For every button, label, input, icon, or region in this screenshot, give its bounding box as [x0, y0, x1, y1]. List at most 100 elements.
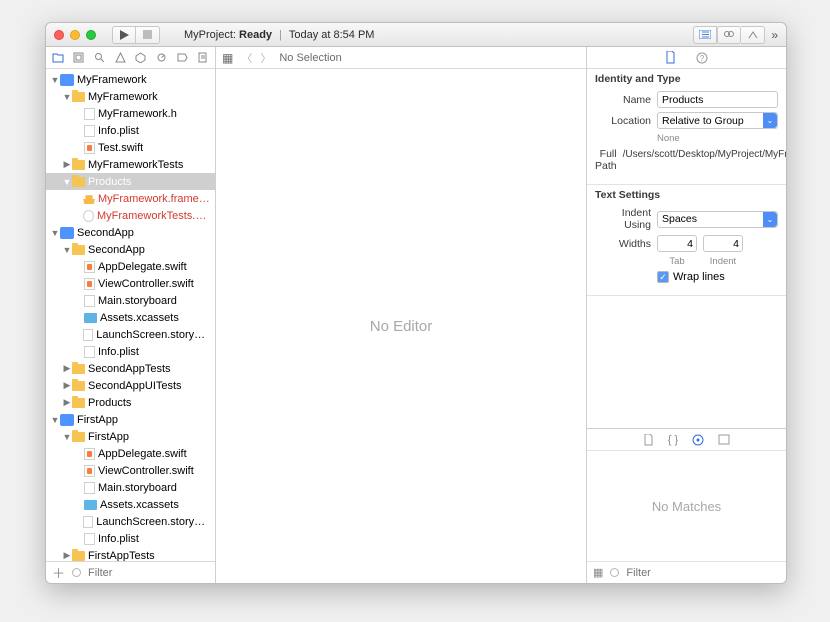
tree-row[interactable]: ▼MyFramework: [46, 88, 215, 105]
tree-row[interactable]: Main.storyboard: [46, 292, 215, 309]
tree-row[interactable]: ▼MyFramework: [46, 71, 215, 88]
tree-row[interactable]: AppDelegate.swift: [46, 445, 215, 462]
gfolder-icon: [72, 245, 85, 255]
tree-row[interactable]: Test.swift: [46, 139, 215, 156]
back-icon[interactable]: 〈: [241, 50, 252, 66]
disclosure-open-icon[interactable]: ▼: [62, 245, 72, 255]
close-icon[interactable]: [54, 30, 64, 40]
disclosure-open-icon[interactable]: ▼: [50, 228, 60, 238]
identity-section: Identity and Type Name Products Location…: [587, 69, 786, 185]
disclosure-open-icon[interactable]: ▼: [50, 415, 60, 425]
xctest-icon: [83, 210, 94, 222]
tree-row[interactable]: Assets.xcassets: [46, 496, 215, 513]
location-select[interactable]: Relative to Group ⌄: [657, 112, 778, 129]
location-label: Location: [595, 115, 651, 127]
tree-row[interactable]: ▼SecondApp: [46, 224, 215, 241]
indent-using-select[interactable]: Spaces ⌄: [657, 211, 778, 228]
library-filter-input[interactable]: [626, 567, 780, 579]
quick-help-tab-icon[interactable]: ?: [696, 52, 708, 64]
tree-row[interactable]: MyFramework.h: [46, 105, 215, 122]
breakpoint-navigator-tab-icon[interactable]: [174, 50, 190, 66]
tree-row[interactable]: MyFramework.framework: [46, 190, 215, 207]
indent-width-stepper[interactable]: 4: [703, 235, 743, 252]
swift-icon: [84, 448, 95, 460]
indent-sublabel: Indent: [703, 256, 743, 267]
tree-row-label: FirstAppTests: [88, 550, 155, 562]
project-tree[interactable]: ▼MyFramework▼MyFrameworkMyFramework.hInf…: [46, 69, 215, 561]
project-navigator-tab-icon[interactable]: [50, 50, 66, 66]
tree-row[interactable]: ▼FirstApp: [46, 428, 215, 445]
filter-icon[interactable]: [609, 567, 620, 578]
disclosure-closed-icon[interactable]: ▶: [62, 363, 72, 374]
tree-row[interactable]: ▶Products: [46, 394, 215, 411]
tree-row-label: Info.plist: [98, 125, 139, 137]
tree-row[interactable]: ▶MyFrameworkTests: [46, 156, 215, 173]
tree-row[interactable]: MyFrameworkTests.xctest: [46, 207, 215, 224]
tree-row[interactable]: ▶ SecondAppUITests: [46, 377, 215, 394]
standard-editor-button[interactable]: [693, 26, 717, 44]
tree-row-label: ViewController.swift: [98, 278, 194, 290]
add-icon[interactable]: ＋: [52, 563, 65, 582]
tree-row[interactable]: ▼Products: [46, 173, 215, 190]
disclosure-open-icon[interactable]: ▼: [62, 177, 72, 187]
filter-icon[interactable]: [71, 567, 82, 578]
run-button[interactable]: [112, 26, 136, 44]
navigator-filter-input[interactable]: [88, 567, 230, 579]
object-library-icon[interactable]: [692, 434, 704, 446]
tree-row[interactable]: ▼ SecondApp: [46, 241, 215, 258]
tree-row[interactable]: AppDelegate.swift: [46, 258, 215, 275]
tree-row[interactable]: ViewController.swift: [46, 275, 215, 292]
report-navigator-tab-icon[interactable]: [195, 50, 211, 66]
disclosure-open-icon[interactable]: ▼: [62, 92, 72, 102]
story-icon: [84, 482, 95, 494]
related-items-icon[interactable]: ▦: [222, 51, 233, 65]
tree-row[interactable]: Info.plist: [46, 343, 215, 360]
issue-navigator-tab-icon[interactable]: [112, 50, 128, 66]
tree-row[interactable]: Assets.xcassets: [46, 309, 215, 326]
test-navigator-tab-icon[interactable]: [133, 50, 149, 66]
zoom-icon[interactable]: [86, 30, 96, 40]
grid-view-icon[interactable]: ▦: [593, 566, 603, 579]
tree-row-label: Info.plist: [98, 346, 139, 358]
gfolder-icon: [72, 177, 85, 187]
tree-row[interactable]: LaunchScreen.storyboard: [46, 326, 215, 343]
tab-width-stepper[interactable]: 4: [657, 235, 697, 252]
tree-row[interactable]: Info.plist: [46, 122, 215, 139]
disclosure-open-icon[interactable]: ▼: [62, 432, 72, 442]
tree-row[interactable]: ViewController.swift: [46, 462, 215, 479]
jump-bar-path[interactable]: No Selection: [279, 52, 341, 64]
minimize-icon[interactable]: [70, 30, 80, 40]
file-template-library-icon[interactable]: [643, 434, 654, 446]
name-field[interactable]: Products: [657, 91, 778, 108]
media-library-icon[interactable]: [718, 434, 730, 445]
tree-row-label: Assets.xcassets: [100, 499, 179, 511]
traffic-lights: [54, 30, 96, 40]
tree-row-label: SecondApp: [88, 244, 145, 256]
assistant-editor-button[interactable]: [717, 26, 741, 44]
forward-icon[interactable]: 〉: [260, 50, 271, 66]
tree-row[interactable]: Main.storyboard: [46, 479, 215, 496]
disclosure-closed-icon[interactable]: ▶: [62, 159, 72, 170]
disclosure-closed-icon[interactable]: ▶: [62, 397, 72, 408]
tree-row[interactable]: ▼FirstApp: [46, 411, 215, 428]
find-navigator-tab-icon[interactable]: [92, 50, 108, 66]
tree-row[interactable]: ▶ FirstAppTests: [46, 547, 215, 561]
disclosure-closed-icon[interactable]: ▶: [62, 550, 72, 561]
tree-row-label: SecondAppUITests: [88, 380, 182, 392]
disclosure-open-icon[interactable]: ▼: [50, 75, 60, 85]
run-stop-group: [112, 26, 160, 44]
code-snippet-library-icon[interactable]: { }: [668, 434, 678, 446]
debug-navigator-tab-icon[interactable]: [153, 50, 169, 66]
overflow-icon[interactable]: »: [771, 28, 778, 42]
version-editor-button[interactable]: [741, 26, 765, 44]
tree-row[interactable]: ▶SecondAppTests: [46, 360, 215, 377]
tree-row-label: MyFramework.framework: [98, 193, 211, 205]
stop-button[interactable]: [136, 26, 160, 44]
wrap-lines-checkbox[interactable]: ✓: [657, 271, 669, 283]
disclosure-closed-icon[interactable]: ▶: [62, 380, 72, 391]
symbol-navigator-tab-icon[interactable]: [71, 50, 87, 66]
tree-row[interactable]: Info.plist: [46, 530, 215, 547]
proj-icon: [60, 227, 74, 239]
file-inspector-tab-icon[interactable]: [665, 51, 676, 64]
tree-row[interactable]: LaunchScreen.storyboard: [46, 513, 215, 530]
